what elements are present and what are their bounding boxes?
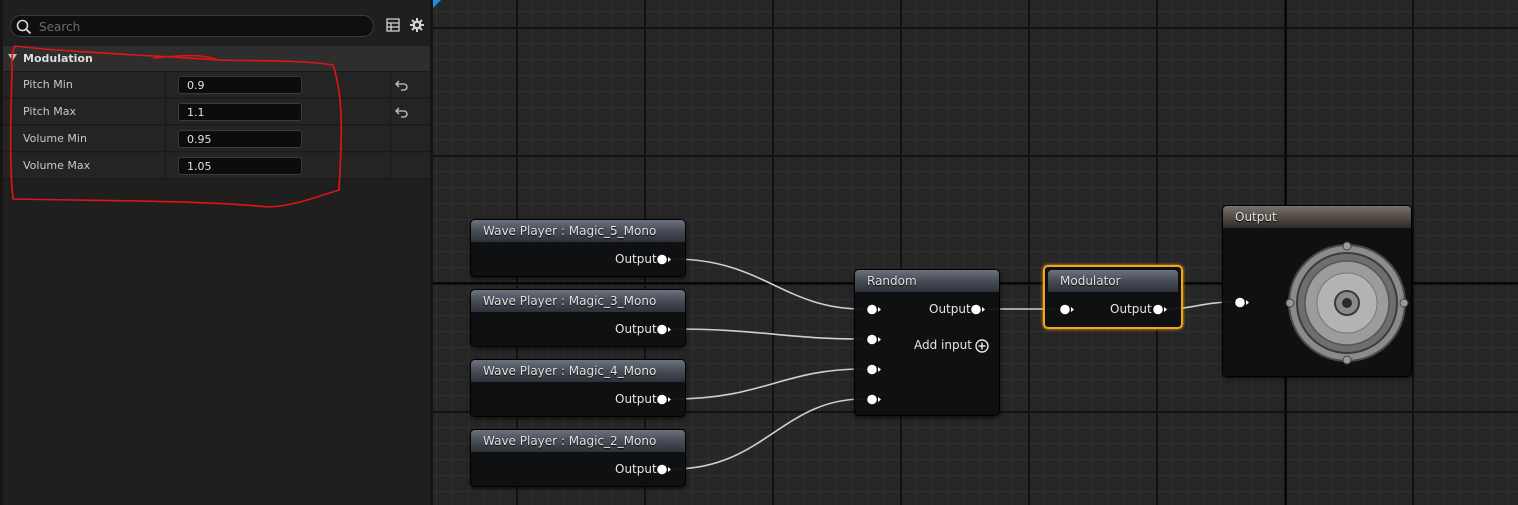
sound-cue-graph[interactable]: Wave Player : Magic_5_Mono Output Wave P… xyxy=(433,0,1518,505)
wire-magic4-to-random xyxy=(672,368,864,400)
wire-magic2-to-random xyxy=(672,398,864,470)
category-label: Modulation xyxy=(23,52,93,65)
output-pin-icon[interactable] xyxy=(657,394,671,405)
wave-player-node[interactable]: Wave Player : Magic_3_Mono Output xyxy=(470,289,686,347)
reset-to-default-icon[interactable] xyxy=(395,106,409,118)
wave-player-node[interactable]: Wave Player : Magic_5_Mono Output xyxy=(470,219,686,277)
volume-max-field[interactable] xyxy=(178,157,302,175)
volume-min-field[interactable] xyxy=(178,130,302,148)
input-pin-icon[interactable] xyxy=(867,304,881,315)
input-pin-icon[interactable] xyxy=(867,334,881,345)
random-node[interactable]: Random Output Add input xyxy=(854,269,1000,416)
add-input-label[interactable]: Add input xyxy=(914,338,972,352)
output-pin-label: Output xyxy=(1110,302,1152,316)
node-title: Wave Player : Magic_3_Mono xyxy=(483,294,657,308)
property-matrix-icon[interactable] xyxy=(386,18,400,32)
category-modulation[interactable]: Modulation xyxy=(3,46,430,72)
node-title: Output xyxy=(1235,210,1277,224)
output-pin-label: Output xyxy=(615,252,657,266)
node-title: Wave Player : Magic_2_Mono xyxy=(483,434,657,448)
column-divider xyxy=(390,126,391,152)
wire-magic3-to-random xyxy=(672,328,864,340)
node-title: Modulator xyxy=(1060,274,1121,288)
wave-player-node[interactable]: Wave Player : Magic_4_Mono Output xyxy=(470,359,686,417)
column-divider xyxy=(165,126,166,152)
output-pin-icon[interactable] xyxy=(1153,304,1167,315)
modulator-node[interactable]: Modulator Output xyxy=(1043,265,1183,329)
property-row-pitch-max: Pitch Max xyxy=(3,99,430,125)
column-divider xyxy=(390,72,391,98)
property-name: Pitch Max xyxy=(23,105,77,118)
pitch-min-field[interactable] xyxy=(178,76,302,94)
column-divider xyxy=(390,99,391,125)
input-pin-icon[interactable] xyxy=(867,394,881,405)
pitch-max-field[interactable] xyxy=(178,103,302,121)
output-pin-icon[interactable] xyxy=(657,324,671,335)
reset-to-default-icon[interactable] xyxy=(395,79,409,91)
output-pin-label: Output xyxy=(929,302,971,316)
column-divider xyxy=(390,153,391,179)
property-row-pitch-min: Pitch Min xyxy=(3,72,430,98)
input-pin-icon[interactable] xyxy=(1060,304,1074,315)
input-pin-icon[interactable] xyxy=(1235,297,1249,308)
node-title: Wave Player : Magic_4_Mono xyxy=(483,364,657,378)
output-pin-label: Output xyxy=(615,322,657,336)
output-pin-icon[interactable] xyxy=(657,464,671,475)
node-title: Wave Player : Magic_5_Mono xyxy=(483,224,657,238)
column-divider xyxy=(165,99,166,125)
column-divider xyxy=(165,72,166,98)
output-pin-label: Output xyxy=(615,462,657,476)
wire-magic5-to-random xyxy=(672,258,864,310)
property-name: Pitch Min xyxy=(23,78,73,91)
input-pin-icon[interactable] xyxy=(867,364,881,375)
output-pin-label: Output xyxy=(615,392,657,406)
collapse-arrow-icon[interactable] xyxy=(8,54,17,61)
property-row-volume-min: Volume Min xyxy=(3,126,430,152)
node-title: Random xyxy=(867,274,917,288)
speaker-icon xyxy=(1285,241,1409,365)
output-pin-icon[interactable] xyxy=(657,254,671,265)
output-node[interactable]: Output xyxy=(1222,205,1412,377)
property-row-volume-max: Volume Max xyxy=(3,153,430,179)
search-input[interactable] xyxy=(37,17,361,37)
property-name: Volume Max xyxy=(23,159,91,172)
column-divider xyxy=(165,153,166,179)
search-bar[interactable] xyxy=(10,15,374,37)
search-icon xyxy=(16,19,32,35)
gear-icon[interactable] xyxy=(409,17,425,33)
property-name: Volume Min xyxy=(23,132,87,145)
wave-player-node[interactable]: Wave Player : Magic_2_Mono Output xyxy=(470,429,686,487)
details-panel: Modulation Pitch Min Pitch Max Volume Mi… xyxy=(3,0,430,505)
output-pin-icon[interactable] xyxy=(971,304,985,315)
add-input-plus-icon[interactable] xyxy=(975,339,989,353)
